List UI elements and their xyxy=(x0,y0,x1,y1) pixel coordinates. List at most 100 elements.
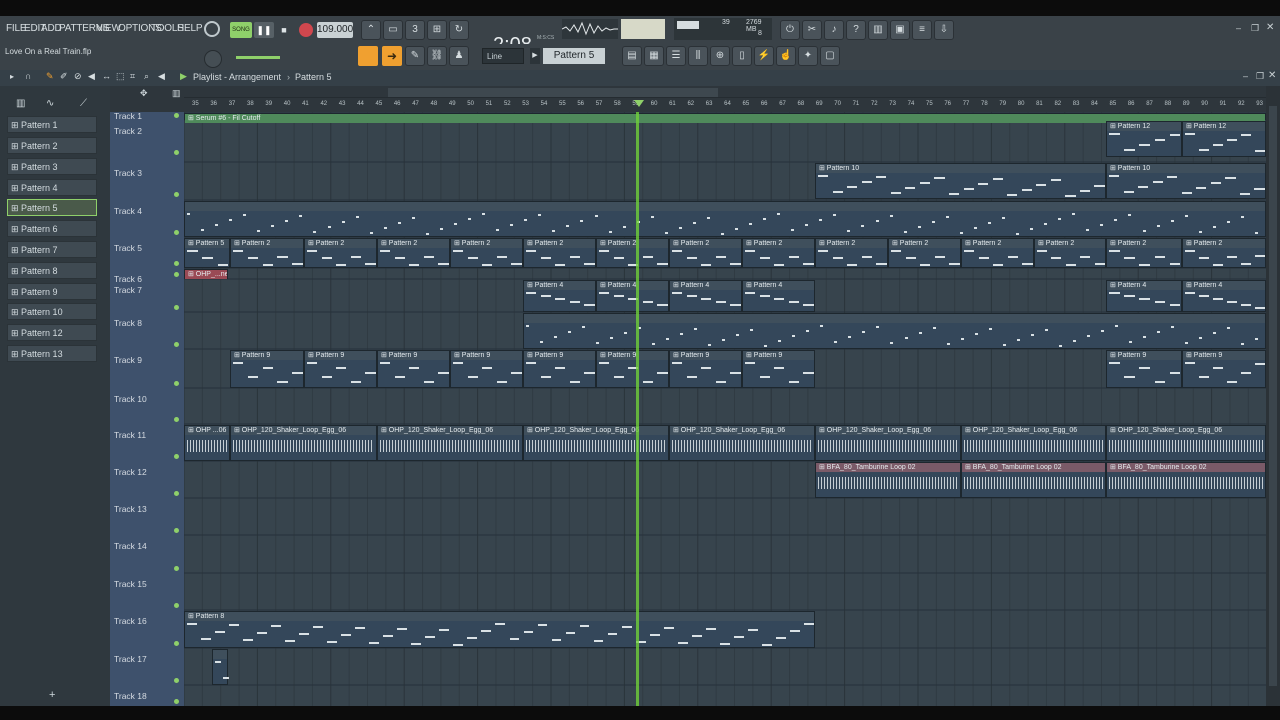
touch-icon[interactable]: ☝ xyxy=(776,46,796,66)
track-name[interactable]: Track 15 xyxy=(114,579,147,589)
track-enable-dot[interactable] xyxy=(174,454,179,459)
pencil-icon[interactable]: ✎ xyxy=(405,46,425,66)
pattern-item[interactable]: ⊞ Pattern 5 xyxy=(7,199,97,216)
main-volume-knob[interactable] xyxy=(204,21,220,37)
track-name[interactable]: Track 16 xyxy=(114,616,147,626)
horizontal-scrollbar[interactable] xyxy=(388,88,718,97)
pitch-knob[interactable] xyxy=(204,50,222,68)
add-pattern-icon[interactable]: + xyxy=(49,689,55,701)
playlist-clip[interactable]: ⊞ Pattern 9 xyxy=(596,350,669,388)
track-enable-dot[interactable] xyxy=(174,113,179,118)
track-enable-dot[interactable] xyxy=(174,641,179,646)
slice-tool-icon[interactable]: ⌗ xyxy=(130,71,135,82)
playlist-clip[interactable]: ⊞ Pattern 4 xyxy=(1106,280,1182,312)
playlist-clip[interactable]: ⊞ BFA_80_Tamburine Loop 02 xyxy=(961,462,1106,498)
minimize-icon[interactable]: ‒ xyxy=(1236,23,1241,33)
countdown-icon[interactable]: 3 xyxy=(405,20,425,40)
master-pitch-slider[interactable] xyxy=(236,56,280,59)
channel-rack-icon[interactable]: ▤ xyxy=(622,46,642,66)
mic-icon[interactable]: ♪ xyxy=(824,20,844,40)
tracks-view-icon[interactable]: ▥ xyxy=(172,88,181,99)
zoom-tool-icon[interactable]: ⌕ xyxy=(144,71,149,82)
pattern-item[interactable]: ⊞ Pattern 1 xyxy=(7,116,97,133)
playlist-clip[interactable] xyxy=(523,313,1266,349)
playlist-clip[interactable]: ⊞ Pattern 9 xyxy=(230,350,304,388)
track-enable-dot[interactable] xyxy=(174,150,179,155)
picker-patterns-icon[interactable]: ▥ xyxy=(16,98,25,109)
wait-input-icon[interactable]: ▭ xyxy=(383,20,403,40)
playlist-view-icon[interactable] xyxy=(358,46,378,66)
playlist-clip[interactable]: ⊞ Pattern 2 xyxy=(1106,238,1182,268)
playlist-clip[interactable]: ⊞ Pattern 10 xyxy=(1106,163,1266,199)
playlist-minimize-icon[interactable]: ‒ xyxy=(1243,71,1248,81)
playlist-clip[interactable]: ⊞ Pattern 5 xyxy=(184,238,230,268)
track-enable-dot[interactable] xyxy=(174,230,179,235)
help-icon[interactable]: ? xyxy=(846,20,866,40)
timeline-ruler[interactable]: 35 36 37 38 39 40 41 42 43 44 45 46 47 48 49 50 51 52 53 54… xyxy=(184,86,1266,112)
playlist-clip[interactable]: ⊞ Pattern 9 xyxy=(523,350,596,388)
playlist-clip[interactable]: ⊞ OHP_120_Shaker_Loop_Egg_06 xyxy=(961,425,1106,461)
track-enable-dot[interactable] xyxy=(174,272,179,277)
track-name[interactable]: Track 17 xyxy=(114,654,147,664)
track-enable-dot[interactable] xyxy=(174,603,179,608)
playlist-clip[interactable]: ⊞ Pattern 2 xyxy=(1182,238,1266,268)
playlist-clip[interactable]: ⊞ OHP_120_Shaker_Loop_Egg_06 xyxy=(1106,425,1266,461)
playlist-clip[interactable]: ⊞ Pattern 4 xyxy=(523,280,596,312)
playlist-clip[interactable]: ⊞ Pattern 2 xyxy=(523,238,596,268)
track-enable-dot[interactable] xyxy=(174,305,179,310)
draw-tool-icon[interactable]: ✎ xyxy=(46,71,54,82)
playlist-clip[interactable]: ⊞ Pattern 9 xyxy=(742,350,815,388)
track-enable-dot[interactable] xyxy=(174,566,179,571)
pause-button[interactable]: ❚❚ xyxy=(254,22,274,38)
tempo-display[interactable]: 109.000 xyxy=(317,22,353,38)
playlist-clip[interactable]: ⊞ Pattern 9 xyxy=(669,350,742,388)
playlist-clip[interactable]: ⊞ OHP_120_Shaker_Loop_Egg_06 xyxy=(230,425,377,461)
playlist-clip[interactable]: ⊞ Pattern 9 xyxy=(1182,350,1266,388)
track-enable-dot[interactable] xyxy=(174,678,179,683)
playlist-clip[interactable]: ⊞ Pattern 9 xyxy=(304,350,377,388)
track-enable-dot[interactable] xyxy=(174,491,179,496)
tracks-menu-icon[interactable]: ✥ xyxy=(140,88,148,99)
plugin-icon[interactable]: ⊕ xyxy=(710,46,730,66)
snap-selector[interactable]: Line xyxy=(482,48,524,64)
playlist-clip[interactable]: ⊞ Pattern 2 xyxy=(742,238,815,268)
playlist-clip[interactable]: ⊞ Pattern 4 xyxy=(669,280,742,312)
playlist-restore-icon[interactable]: ❐ xyxy=(1256,71,1264,82)
slip-tool-icon[interactable]: ↔ xyxy=(102,71,111,81)
playlist-clip[interactable]: ⊞ Pattern 10 xyxy=(815,163,1106,199)
playlist-clip[interactable]: ⊞ Pattern 8 xyxy=(184,611,815,648)
playlist-clip[interactable]: ⊞ Pattern 9 xyxy=(450,350,523,388)
pattern-item[interactable]: ⊞ Pattern 9 xyxy=(7,283,97,300)
delete-tool-icon[interactable]: ⊘ xyxy=(74,71,82,82)
select-tool-icon[interactable]: ⬚ xyxy=(116,71,125,82)
track-name[interactable]: Track 1 xyxy=(114,111,142,121)
playlist-close-icon[interactable]: ✕ xyxy=(1268,70,1276,81)
menu-help[interactable]: HELP xyxy=(177,23,203,34)
stamp-icon[interactable]: ♟ xyxy=(449,46,469,66)
track-name[interactable]: Track 12 xyxy=(114,467,147,477)
track-enable-dot[interactable] xyxy=(174,417,179,422)
metronome-icon[interactable]: ⌃ xyxy=(361,20,381,40)
playlist-clip[interactable]: ⊞ OHP_120_Shaker_Loop_Egg_06 xyxy=(815,425,961,461)
track-name[interactable]: Track 10 xyxy=(114,394,147,404)
paint-tool-icon[interactable]: ✐ xyxy=(60,71,68,82)
stop-button[interactable]: ■ xyxy=(276,22,292,38)
playlist-options-icon[interactable]: ▸ xyxy=(10,72,14,81)
pattern-item[interactable]: ⊞ Pattern 3 xyxy=(7,158,97,175)
playlist-clip[interactable]: ⊞ Pattern 2 xyxy=(1034,238,1106,268)
track-name[interactable]: Track 4 xyxy=(114,206,142,216)
track-name[interactable]: Track 7 xyxy=(114,285,142,295)
pattern-prev-icon[interactable]: ▶ xyxy=(530,48,540,64)
playlist-clip[interactable]: ⊞ Pattern 2 xyxy=(230,238,304,268)
track-name[interactable]: Track 3 xyxy=(114,168,142,178)
piano-roll-icon[interactable]: ▦ xyxy=(644,46,664,66)
plug-icon[interactable]: ⚡ xyxy=(754,46,774,66)
mixer-view-icon[interactable]: ⫼ xyxy=(688,46,708,66)
playlist-clip[interactable] xyxy=(212,649,229,685)
pattern-selector[interactable]: Pattern 5 xyxy=(543,48,605,64)
playlist-clip[interactable]: ⊞ Pattern 2 xyxy=(888,238,961,268)
playlist-clip[interactable]: ⊞ Pattern 4 xyxy=(596,280,669,312)
playlist-clip[interactable]: ⊞ Pattern 4 xyxy=(742,280,815,312)
step-edit-icon[interactable]: ⊞ xyxy=(427,20,447,40)
pattern-item[interactable]: ⊞ Pattern 10 xyxy=(7,303,97,320)
